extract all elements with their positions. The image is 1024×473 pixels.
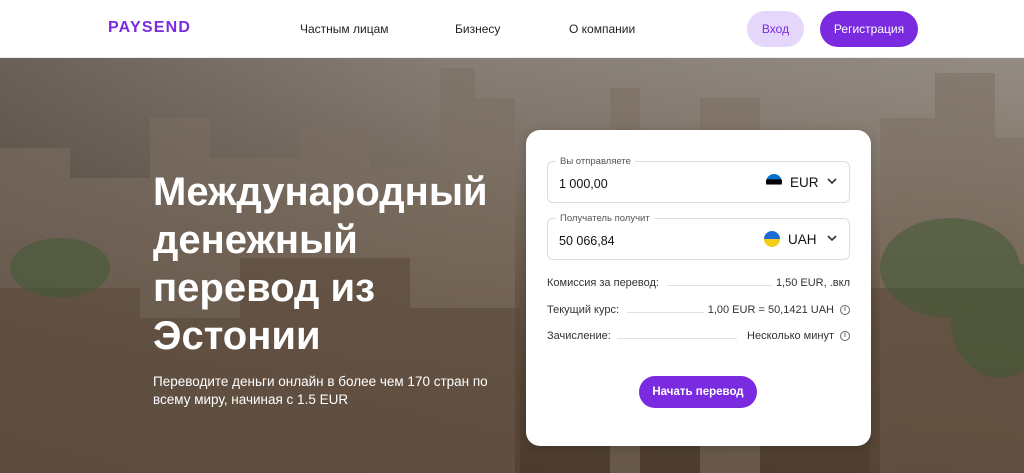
nav-about-link[interactable]: О компании xyxy=(569,22,635,36)
info-icon[interactable]: i xyxy=(840,305,850,315)
register-button[interactable]: Регистрация xyxy=(820,11,918,47)
info-icon[interactable]: i xyxy=(840,331,850,341)
send-amount-field[interactable]: Вы отправляете 1 000,00 EUR xyxy=(547,156,850,203)
top-nav: PAYSEND Частным лицам Бизнесу О компании… xyxy=(0,0,1024,58)
receive-amount-label: Получатель получит xyxy=(556,213,654,224)
rate-value: 1,00 EUR = 50,1421 UAH i xyxy=(703,304,850,316)
send-amount-value[interactable]: 1 000,00 xyxy=(559,177,608,191)
send-amount-label: Вы отправляете xyxy=(556,156,635,167)
chevron-down-icon[interactable] xyxy=(826,175,838,187)
hero-section: Международный денежный перевод из Эстони… xyxy=(0,58,1024,473)
delivery-row: Зачисление: Несколько минут i xyxy=(547,330,850,346)
receive-currency-code[interactable]: UAH xyxy=(788,232,817,247)
ukraine-flag-icon xyxy=(764,231,780,247)
transfer-calculator-card: Вы отправляете 1 000,00 EUR Получатель п… xyxy=(526,130,871,446)
receive-amount-field[interactable]: Получатель получит 50 066,84 UAH xyxy=(547,213,850,260)
rate-row: Текущий курс: 1,00 EUR = 50,1421 UAH i xyxy=(547,304,850,320)
estonia-flag-icon xyxy=(766,174,782,190)
start-transfer-button[interactable]: Начать перевод xyxy=(639,376,757,408)
fee-value: 1,50 EUR, .вкл xyxy=(771,277,850,289)
nav-private-link[interactable]: Частным лицам xyxy=(300,22,389,36)
hero-subtitle: Переводите деньги онлайн в более чем 170… xyxy=(153,374,488,407)
paysend-logo[interactable]: PAYSEND xyxy=(108,19,191,37)
delivery-label: Зачисление: xyxy=(547,330,615,342)
login-button[interactable]: Вход xyxy=(747,11,804,47)
receive-amount-value[interactable]: 50 066,84 xyxy=(559,234,615,248)
delivery-value: Несколько минут i xyxy=(743,330,850,342)
fee-row: Комиссия за перевод: 1,50 EUR, .вкл xyxy=(547,277,850,293)
hero-title: Международный денежный перевод из Эстони… xyxy=(153,170,488,358)
send-currency-code[interactable]: EUR xyxy=(790,175,819,190)
chevron-down-icon[interactable] xyxy=(826,232,838,244)
rate-label: Текущий курс: xyxy=(547,304,624,316)
fee-label: Комиссия за перевод: xyxy=(547,277,663,289)
nav-business-link[interactable]: Бизнесу xyxy=(455,22,500,36)
